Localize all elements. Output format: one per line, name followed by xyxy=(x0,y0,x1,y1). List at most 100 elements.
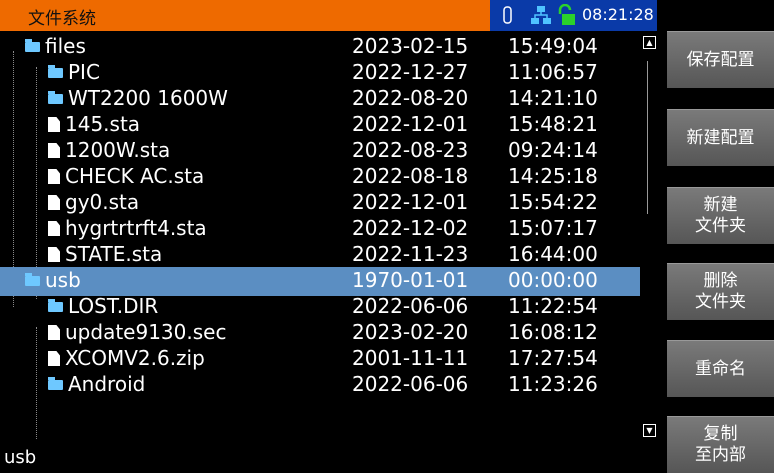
row-date: 2022-12-01 xyxy=(352,190,469,214)
file-row[interactable]: hygrtrtrft4.sta 2022-12-02 15:07:17 xyxy=(0,215,640,244)
row-time: 16:08:12 xyxy=(508,320,598,344)
row-time: 15:48:21 xyxy=(508,112,598,136)
file-icon xyxy=(48,351,60,366)
action-panel: 保存配置 新建配置 新建 文件夹 删除 文件夹 重命名 复制 至内部 xyxy=(657,0,774,473)
row-time: 15:49:04 xyxy=(508,34,598,58)
path-bar: usb xyxy=(0,441,657,473)
file-row[interactable]: 145.sta 2022-12-01 15:48:21 xyxy=(0,111,640,140)
window-title: 文件系统 xyxy=(28,9,96,29)
new-config-button[interactable]: 新建配置 xyxy=(667,109,774,166)
rename-button[interactable]: 重命名 xyxy=(667,340,774,397)
row-name: Android xyxy=(48,372,145,396)
row-name-text: XCOMV2.6.zip xyxy=(65,346,205,370)
row-name: LOST.DIR xyxy=(48,294,158,318)
file-icon xyxy=(48,247,60,262)
row-name-text: usb xyxy=(45,268,81,292)
file-row[interactable]: update9130.sec 2023-02-20 16:08:12 xyxy=(0,319,640,348)
row-time: 14:25:18 xyxy=(508,164,598,188)
row-date: 2023-02-15 xyxy=(352,34,469,58)
row-name-text: PIC xyxy=(68,60,100,84)
file-icon xyxy=(48,169,60,184)
row-time: 17:27:54 xyxy=(508,346,598,370)
save-config-button[interactable]: 保存配置 xyxy=(667,31,774,88)
row-time: 11:22:54 xyxy=(508,294,598,318)
row-name-text: CHECK AC.sta xyxy=(65,164,205,188)
row-name-text: WT2200 1600W xyxy=(68,86,228,110)
title-bar: 文件系统 xyxy=(0,0,490,31)
row-time: 15:07:17 xyxy=(508,216,598,240)
row-date: 2022-08-20 xyxy=(352,86,469,110)
network-icon xyxy=(531,6,551,24)
file-icon xyxy=(48,325,60,340)
row-name: WT2200 1600W xyxy=(48,86,228,110)
file-icon xyxy=(48,117,60,132)
row-date: 2001-11-11 xyxy=(352,346,469,370)
file-row[interactable]: XCOMV2.6.zip 2001-11-11 17:27:54 xyxy=(0,345,640,374)
scroll-thumb[interactable] xyxy=(647,61,648,214)
folder-icon xyxy=(48,90,63,104)
row-date: 2022-06-06 xyxy=(352,294,469,318)
file-icon xyxy=(48,143,60,158)
folder-icon xyxy=(25,38,40,52)
row-date: 2023-02-20 xyxy=(352,320,469,344)
file-icon xyxy=(48,221,60,236)
row-date: 2022-08-23 xyxy=(352,138,469,162)
folder-icon xyxy=(48,298,63,312)
row-name-text: update9130.sec xyxy=(65,320,227,344)
row-name: gy0.sta xyxy=(48,190,139,214)
row-time: 14:21:10 xyxy=(508,86,598,110)
usb-icon xyxy=(503,6,512,24)
row-date: 2022-06-06 xyxy=(352,372,469,396)
delete-folder-button[interactable]: 删除 文件夹 xyxy=(667,263,774,320)
row-date: 2022-12-01 xyxy=(352,112,469,136)
scrollbar[interactable]: ▲ ▼ xyxy=(640,31,657,441)
scroll-down-icon[interactable]: ▼ xyxy=(643,424,656,437)
folder-row[interactable]: WT2200 1600W 2022-08-20 14:21:10 xyxy=(0,85,640,114)
row-name: XCOMV2.6.zip xyxy=(48,346,205,370)
row-name: update9130.sec xyxy=(48,320,226,344)
folder-row[interactable]: usb 1970-01-01 00:00:00 xyxy=(0,267,640,296)
file-list[interactable]: files 2023-02-15 15:49:04 PIC 2022-12-27 11:0… xyxy=(0,31,657,441)
row-date: 2022-11-23 xyxy=(352,242,469,266)
row-name-text: gy0.sta xyxy=(65,190,140,214)
row-name: 1200W.sta xyxy=(48,138,170,162)
row-time: 11:23:26 xyxy=(508,372,598,396)
copy-to-internal-button[interactable]: 复制 至内部 xyxy=(667,416,774,473)
row-name: PIC xyxy=(48,60,100,84)
new-folder-button[interactable]: 新建 文件夹 xyxy=(667,187,774,244)
row-name-text: hygrtrtrft4.sta xyxy=(65,216,207,240)
file-row[interactable]: CHECK AC.sta 2022-08-18 14:25:18 xyxy=(0,163,640,192)
file-row[interactable]: 1200W.sta 2022-08-23 09:24:14 xyxy=(0,137,640,166)
folder-row[interactable]: files 2023-02-15 15:49:04 xyxy=(0,33,640,62)
row-name: files xyxy=(25,34,86,58)
file-row[interactable]: STATE.sta 2022-11-23 16:44:00 xyxy=(0,241,640,270)
file-row[interactable]: gy0.sta 2022-12-01 15:54:22 xyxy=(0,189,640,218)
row-time: 11:06:57 xyxy=(508,60,598,84)
row-name-text: Android xyxy=(68,372,146,396)
scroll-up-icon[interactable]: ▲ xyxy=(643,36,656,49)
row-name-text: 1200W.sta xyxy=(65,138,171,162)
row-date: 1970-01-01 xyxy=(352,268,469,292)
folder-row[interactable]: Android 2022-06-06 11:23:26 xyxy=(0,371,640,400)
file-icon xyxy=(48,195,60,210)
clock: 08:21:28 xyxy=(582,5,654,24)
row-name: hygrtrtrft4.sta xyxy=(48,216,207,240)
row-time: 16:44:00 xyxy=(508,242,598,266)
row-name: 145.sta xyxy=(48,112,140,136)
folder-icon xyxy=(25,272,40,286)
row-time: 15:54:22 xyxy=(508,190,598,214)
row-time: 00:00:00 xyxy=(508,268,598,292)
row-time: 09:24:14 xyxy=(508,138,598,162)
folder-row[interactable]: PIC 2022-12-27 11:06:57 xyxy=(0,59,640,88)
folder-icon xyxy=(48,64,63,78)
row-date: 2022-12-02 xyxy=(352,216,469,240)
folder-row[interactable]: LOST.DIR 2022-06-06 11:22:54 xyxy=(0,293,640,322)
row-name: STATE.sta xyxy=(48,242,162,266)
status-bar: 08:21:28 xyxy=(490,0,657,31)
lock-icon xyxy=(558,4,575,25)
row-date: 2022-08-18 xyxy=(352,164,469,188)
row-name-text: LOST.DIR xyxy=(68,294,159,318)
row-name: usb xyxy=(25,268,81,292)
row-date: 2022-12-27 xyxy=(352,60,469,84)
row-name-text: STATE.sta xyxy=(65,242,163,266)
